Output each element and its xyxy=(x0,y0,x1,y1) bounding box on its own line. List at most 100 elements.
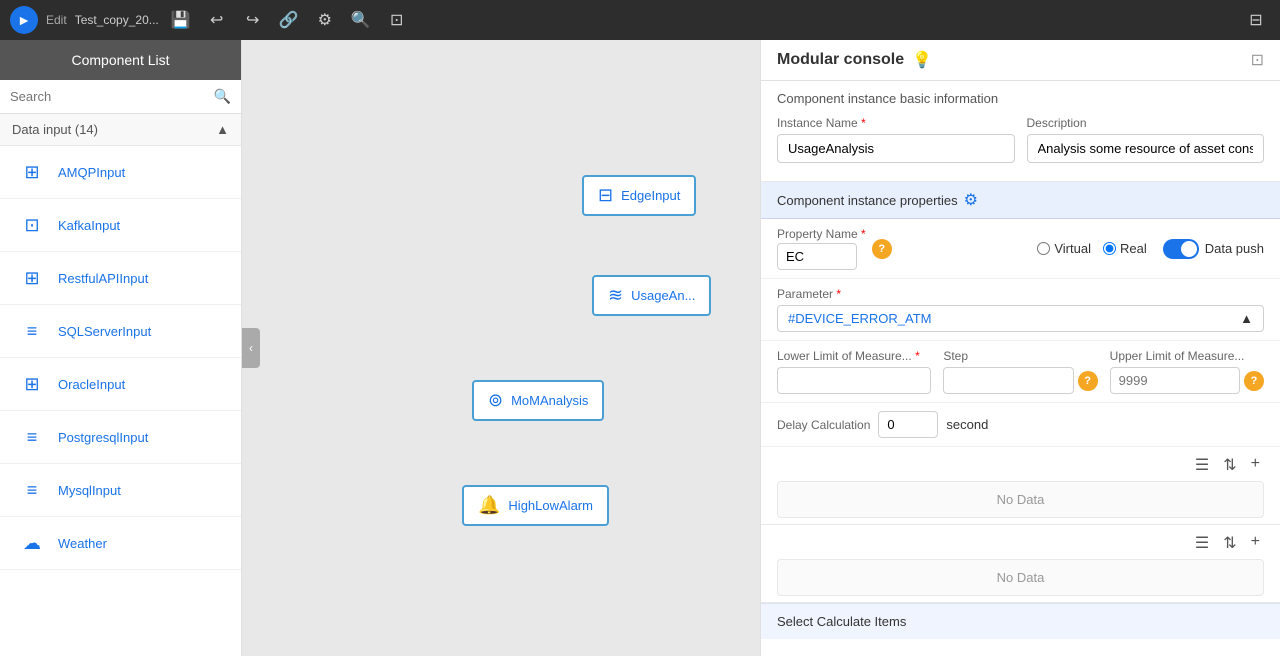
sidebar-item-weather[interactable]: ☁ Weather xyxy=(0,517,241,570)
kafka-icon: ⊡ xyxy=(16,209,48,241)
measure-row: Lower Limit of Measure... * Step ? Upper… xyxy=(761,341,1280,403)
chevron-up-icon: ▲ xyxy=(216,122,229,137)
description-field: Description xyxy=(1027,116,1265,163)
sidebar-item-mysql[interactable]: ≡ MysqlInput xyxy=(0,464,241,517)
undo-icon[interactable]: ↩ xyxy=(203,6,231,34)
props-gear-icon: ⚙ xyxy=(964,190,978,210)
postgresql-icon: ≡ xyxy=(16,421,48,453)
props-title: Component instance properties ⚙ xyxy=(777,190,978,210)
restful-icon: ⊞ xyxy=(16,262,48,294)
highlowalarm-icon: 🔔 xyxy=(478,495,500,516)
table-add-icon[interactable]: + xyxy=(1247,453,1264,477)
sidebar-item-amqp[interactable]: ⊞ AMQPInput xyxy=(0,146,241,199)
redo-icon[interactable]: ↪ xyxy=(239,6,267,34)
data-push-label: Data push xyxy=(1205,241,1264,256)
panel-header: Modular console 💡 ⊡ xyxy=(761,40,1280,81)
link-icon[interactable]: 🔗 xyxy=(275,6,303,34)
instance-name-label: Instance Name * xyxy=(777,116,1015,130)
delay-label: Delay Calculation xyxy=(777,418,870,432)
panel-title: Modular console 💡 xyxy=(777,50,932,70)
instance-name-field: Instance Name * xyxy=(777,116,1015,163)
property-name-wrap: Property Name * ? xyxy=(777,227,1029,270)
step-help-icon[interactable]: ? xyxy=(1078,371,1098,391)
select-icon[interactable]: ⊡ xyxy=(383,6,411,34)
sidebar-item-oracle[interactable]: ⊞ OracleInput xyxy=(0,358,241,411)
instance-name-input[interactable] xyxy=(777,134,1015,163)
table-placeholder-1: No Data xyxy=(777,481,1264,518)
sidebar-search[interactable]: 🔍 xyxy=(0,80,241,114)
parameter-select[interactable]: #DEVICE_ERROR_ATM ▲ xyxy=(777,305,1264,332)
chevron-up-icon: ▲ xyxy=(1240,311,1253,326)
lower-limit-input[interactable] xyxy=(777,367,931,394)
sidebar-items: ⊞ AMQPInput ⊡ KafkaInput ⊞ RestfulAPIInp… xyxy=(0,146,241,656)
data-push-toggle[interactable] xyxy=(1163,239,1199,259)
toolbar-file-name: Test_copy_20... xyxy=(75,13,159,27)
description-input[interactable] xyxy=(1027,134,1265,163)
table-filter-icon[interactable]: ☰ xyxy=(1191,453,1213,477)
search-icon: 🔍 xyxy=(214,88,231,105)
description-label: Description xyxy=(1027,116,1265,130)
lower-limit-label: Lower Limit of Measure... * xyxy=(777,349,931,363)
table-sort-icon-2[interactable]: ⇅ xyxy=(1219,531,1240,555)
sidebar-header: Component List xyxy=(0,40,241,80)
upper-limit-input[interactable] xyxy=(1110,367,1240,394)
select-calc-section[interactable]: Select Calculate Items xyxy=(761,603,1280,639)
property-name-row: Property Name * ? Virtual Real xyxy=(761,219,1280,279)
lower-limit-field: Lower Limit of Measure... * xyxy=(777,349,931,394)
table-filter-icon-2[interactable]: ☰ xyxy=(1191,531,1213,555)
basic-info-title: Component instance basic information xyxy=(777,91,1264,106)
radio-group: Virtual Real xyxy=(1037,241,1146,256)
search-input[interactable] xyxy=(10,89,208,104)
sidebar-item-postgresql[interactable]: ≡ PostgresqlInput xyxy=(0,411,241,464)
basic-info-section: Component instance basic information Ins… xyxy=(761,81,1280,182)
step-field: Step ? xyxy=(943,349,1097,394)
real-radio[interactable]: Real xyxy=(1103,241,1147,256)
momanalysis-icon: ⊚ xyxy=(488,390,503,411)
search-icon[interactable]: 🔍 xyxy=(347,6,375,34)
instance-form-row: Instance Name * Description xyxy=(777,116,1264,163)
delay-input[interactable] xyxy=(878,411,938,438)
sidebar-item-restful[interactable]: ⊞ RestfulAPIInput xyxy=(0,252,241,305)
settings-icon[interactable]: ⚙ xyxy=(311,6,339,34)
lightbulb-icon: 💡 xyxy=(912,50,932,70)
canvas-node-momanalysis[interactable]: ⊚ MoMAnalysis xyxy=(472,380,604,421)
toolbar-edit-label: Edit xyxy=(46,13,67,27)
sidebar-group-header[interactable]: Data input (14) ▲ xyxy=(0,114,241,146)
oracle-icon: ⊞ xyxy=(16,368,48,400)
parameter-row: Parameter * #DEVICE_ERROR_ATM ▲ xyxy=(761,279,1280,341)
props-header: Component instance properties ⚙ xyxy=(761,182,1280,219)
mysql-icon: ≡ xyxy=(16,474,48,506)
sqlserver-icon: ≡ xyxy=(16,315,48,347)
canvas-area[interactable]: ‹ ⊟ EdgeInput ≋ UsageAn... ⊚ MoMAnalysis… xyxy=(242,40,760,656)
panel-close-icon[interactable]: ⊡ xyxy=(1251,50,1264,70)
sidebar-item-kafka[interactable]: ⊡ KafkaInput xyxy=(0,199,241,252)
usagean-icon: ≋ xyxy=(608,285,623,306)
canvas-node-edgeinput[interactable]: ⊟ EdgeInput xyxy=(582,175,696,216)
table-sort-icon[interactable]: ⇅ xyxy=(1219,453,1240,477)
toolbar-logo: ► xyxy=(10,6,38,34)
property-help-icon[interactable]: ? xyxy=(872,239,892,259)
divider-handle[interactable]: ‹ xyxy=(242,328,260,368)
step-input[interactable] xyxy=(943,367,1073,394)
panel-toggle-icon[interactable]: ⊟ xyxy=(1242,6,1270,34)
delay-row: Delay Calculation second xyxy=(761,403,1280,447)
table-toolbar-2: ☰ ⇅ + xyxy=(777,531,1264,555)
table-add-icon-2[interactable]: + xyxy=(1247,531,1264,555)
canvas-node-highlowalarm[interactable]: 🔔 HighLowAlarm xyxy=(462,485,609,526)
amqp-icon: ⊞ xyxy=(16,156,48,188)
parameter-value: #DEVICE_ERROR_ATM xyxy=(788,311,932,326)
table-toolbar-1: ☰ ⇅ + xyxy=(777,453,1264,477)
delay-unit: second xyxy=(946,417,988,432)
sidebar-item-sqlserver[interactable]: ≡ SQLServerInput xyxy=(0,305,241,358)
right-panel: Modular console 💡 ⊡ Component instance b… xyxy=(760,40,1280,656)
virtual-radio[interactable]: Virtual xyxy=(1037,241,1091,256)
weather-icon: ☁ xyxy=(16,527,48,559)
edgeinput-icon: ⊟ xyxy=(598,185,613,206)
save-icon[interactable]: 💾 xyxy=(167,6,195,34)
upper-limit-help-icon[interactable]: ? xyxy=(1244,371,1264,391)
upper-limit-field: Upper Limit of Measure... ? xyxy=(1110,349,1264,394)
canvas-node-usagean[interactable]: ≋ UsageAn... xyxy=(592,275,711,316)
upper-limit-label: Upper Limit of Measure... xyxy=(1110,349,1264,363)
property-name-input[interactable] xyxy=(777,243,857,270)
sidebar: Component List 🔍 Data input (14) ▲ ⊞ AMQ… xyxy=(0,40,242,656)
